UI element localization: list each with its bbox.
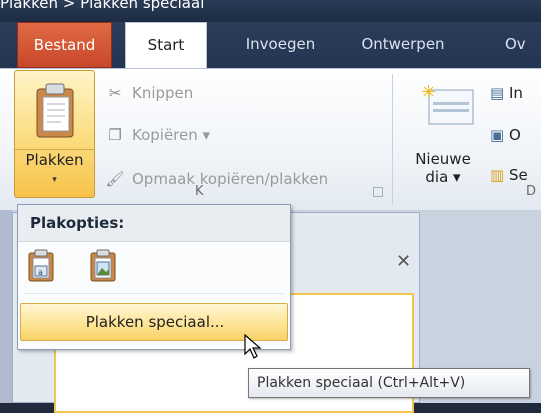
paste-button[interactable]: Plakken ▾: [14, 70, 95, 198]
mouse-cursor-icon: [244, 334, 262, 359]
copy-label: Kopiëren ▾: [132, 126, 211, 144]
new-slide-label: Nieuwe: [415, 150, 471, 168]
paste-label: Plakken: [25, 151, 84, 169]
format-painter-label: Opmaak kopiëren/plakken: [132, 170, 329, 188]
format-painter-button[interactable]: 🖌 Opmaak kopiëren/plakken: [104, 170, 328, 188]
new-slide-button[interactable]: Nieuwe dia ▾: [407, 150, 479, 186]
section-label: Se: [508, 166, 528, 184]
scissors-icon: ✂: [108, 84, 122, 102]
svg-text:a: a: [38, 268, 43, 277]
brush-icon: 🖌: [105, 170, 125, 188]
copy-icon: ❐: [108, 126, 122, 144]
copy-button[interactable]: ❐ Kopiëren ▾: [104, 126, 210, 144]
layout-label: In: [508, 84, 523, 102]
tab-start[interactable]: Start: [125, 22, 207, 68]
title-bar: Plakken > Plakken speciaal: [0, 0, 541, 22]
close-icon[interactable]: ✕: [396, 251, 411, 272]
picture-icon[interactable]: [88, 249, 118, 283]
slides-group-label: D: [526, 184, 537, 199]
tab-overgangen[interactable]: Ov: [505, 22, 541, 68]
new-slide-arrow: dia ▾: [425, 168, 461, 186]
use-destination-theme-icon[interactable]: a: [26, 249, 56, 283]
window-caption: Plakken > Plakken speciaal: [0, 0, 205, 12]
paste-split-line: [15, 149, 94, 150]
menu-divider: [24, 293, 284, 294]
paste-special-label: Plakken speciaal...: [85, 313, 225, 331]
paste-dropdown-arrow[interactable]: ▾: [15, 175, 94, 185]
menu-header: Plakopties:: [18, 205, 290, 242]
ribbon-tab-strip: Bestand Start Invoegen Ontwerpen Ov: [0, 22, 541, 68]
tab-bestand[interactable]: Bestand: [17, 22, 112, 68]
cut-label: Knippen: [132, 84, 194, 102]
new-slide-icon: ✳: [421, 82, 474, 125]
paste-options-heading: Plakopties:: [30, 214, 125, 232]
cut-button[interactable]: ✂ Knippen: [104, 84, 194, 102]
tab-ontwerpen[interactable]: Ontwerpen: [353, 22, 453, 68]
layout-button[interactable]: ▤ In: [490, 84, 523, 102]
section-button[interactable]: ▥ Se: [490, 166, 528, 184]
paste-options-menu: Plakopties: a Plakken speciaal...: [17, 204, 291, 350]
svg-text:✳: ✳: [421, 82, 436, 103]
reset-label: O: [508, 126, 521, 144]
layout-icon: ▤: [490, 84, 505, 102]
group-separator: [392, 74, 393, 204]
tooltip-text: Plakken speciaal (Ctrl+Alt+V): [257, 375, 466, 391]
reset-button[interactable]: ▣ O: [490, 126, 521, 144]
section-icon: ▥: [490, 166, 505, 184]
clipboard-icon: [36, 83, 74, 138]
paste-special-tooltip: Plakken speciaal (Ctrl+Alt+V): [248, 368, 530, 398]
clipboard-dialog-launcher[interactable]: [373, 187, 383, 197]
left-edge: [0, 210, 12, 403]
tab-invoegen[interactable]: Invoegen: [233, 22, 328, 68]
reset-icon: ▣: [490, 126, 505, 144]
clipboard-group-label: K: [195, 184, 204, 199]
